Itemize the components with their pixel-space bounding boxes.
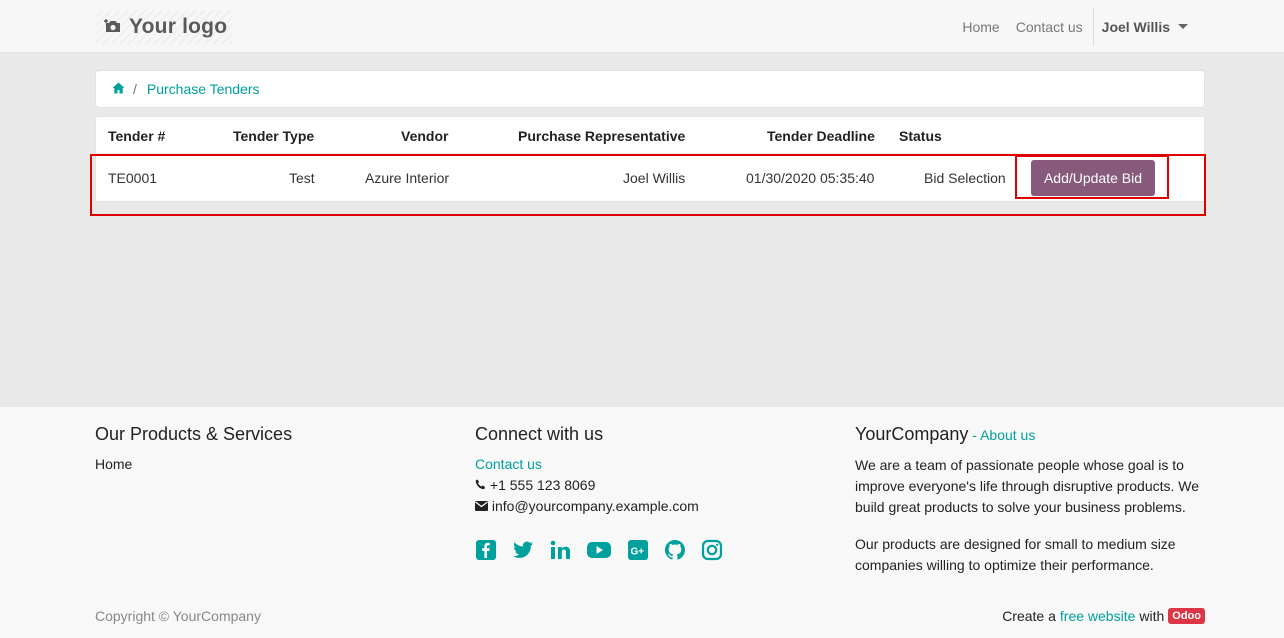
nav-home-link[interactable]: Home xyxy=(954,19,1007,35)
breadcrumb-purchase-tenders[interactable]: Purchase Tenders xyxy=(147,81,260,97)
odoo-badge[interactable]: Odoo xyxy=(1168,608,1205,624)
footer-connect-column: Connect with us Contact us +1 555 123 80… xyxy=(475,424,723,561)
footer-products-column: Our Products & Services Home xyxy=(95,424,292,475)
twitter-icon[interactable] xyxy=(512,539,534,561)
top-navbar: Your logo Home Contact us Joel Willis xyxy=(0,0,1284,53)
footer-products-heading: Our Products & Services xyxy=(95,424,293,444)
header-vendor: Vendor xyxy=(401,128,449,144)
youtube-icon[interactable] xyxy=(586,539,612,561)
footer-connect-heading: Connect with us xyxy=(475,424,604,444)
footer-about-column: YourCompany - About us We are a team of … xyxy=(855,424,1207,576)
footer-about-paragraph-2: Our products are designed for small to m… xyxy=(855,536,1176,573)
logo[interactable]: Your logo xyxy=(96,10,232,44)
copyright-text: Copyright © YourCompany xyxy=(95,608,261,624)
header-purchase-representative: Purchase Representative xyxy=(518,128,686,144)
user-menu-dropdown[interactable]: Joel Willis xyxy=(1092,7,1196,46)
github-icon[interactable] xyxy=(664,539,686,561)
caret-down-icon xyxy=(1178,24,1188,29)
free-website-link[interactable]: free website xyxy=(1060,608,1135,624)
facebook-icon[interactable] xyxy=(475,539,497,561)
nav-links: Home Contact us Joel Willis xyxy=(954,0,1196,53)
google-plus-icon[interactable]: G+ xyxy=(627,539,649,561)
footer-about-link[interactable]: About us xyxy=(980,427,1035,443)
logo-text: Your logo xyxy=(129,15,228,38)
instagram-icon[interactable] xyxy=(701,539,723,561)
camera-icon xyxy=(104,18,122,37)
footer-email: info@yourcompany.example.com xyxy=(475,496,723,517)
header-tender-no: Tender # xyxy=(108,128,166,144)
social-links: G+ xyxy=(475,539,723,561)
breadcrumb: / Purchase Tenders xyxy=(95,70,1205,108)
user-name: Joel Willis xyxy=(1101,18,1170,35)
footer-phone: +1 555 123 8069 xyxy=(475,475,723,496)
footer: Our Products & Services Home Connect wit… xyxy=(0,407,1284,638)
powered-by-credit: Create a free website with Odoo xyxy=(1002,608,1205,624)
linkedin-icon[interactable] xyxy=(549,539,571,561)
button-highlight-box xyxy=(1015,155,1169,199)
breadcrumb-separator: / xyxy=(133,81,137,97)
svg-text:G+: G+ xyxy=(631,547,645,558)
header-tender-type: Tender Type xyxy=(233,128,315,144)
home-icon[interactable] xyxy=(112,81,125,97)
phone-icon xyxy=(475,477,486,493)
header-status: Status xyxy=(899,128,942,144)
footer-about-paragraph-1: We are a team of passionate people whose… xyxy=(855,457,1200,515)
envelope-icon xyxy=(475,498,488,514)
header-tender-deadline: Tender Deadline xyxy=(767,128,875,144)
footer-about-heading: YourCompany - About us xyxy=(855,424,1036,444)
nav-contact-link[interactable]: Contact us xyxy=(1008,19,1091,35)
footer-home-link[interactable]: Home xyxy=(95,456,132,472)
footer-contact-link[interactable]: Contact us xyxy=(475,456,542,472)
